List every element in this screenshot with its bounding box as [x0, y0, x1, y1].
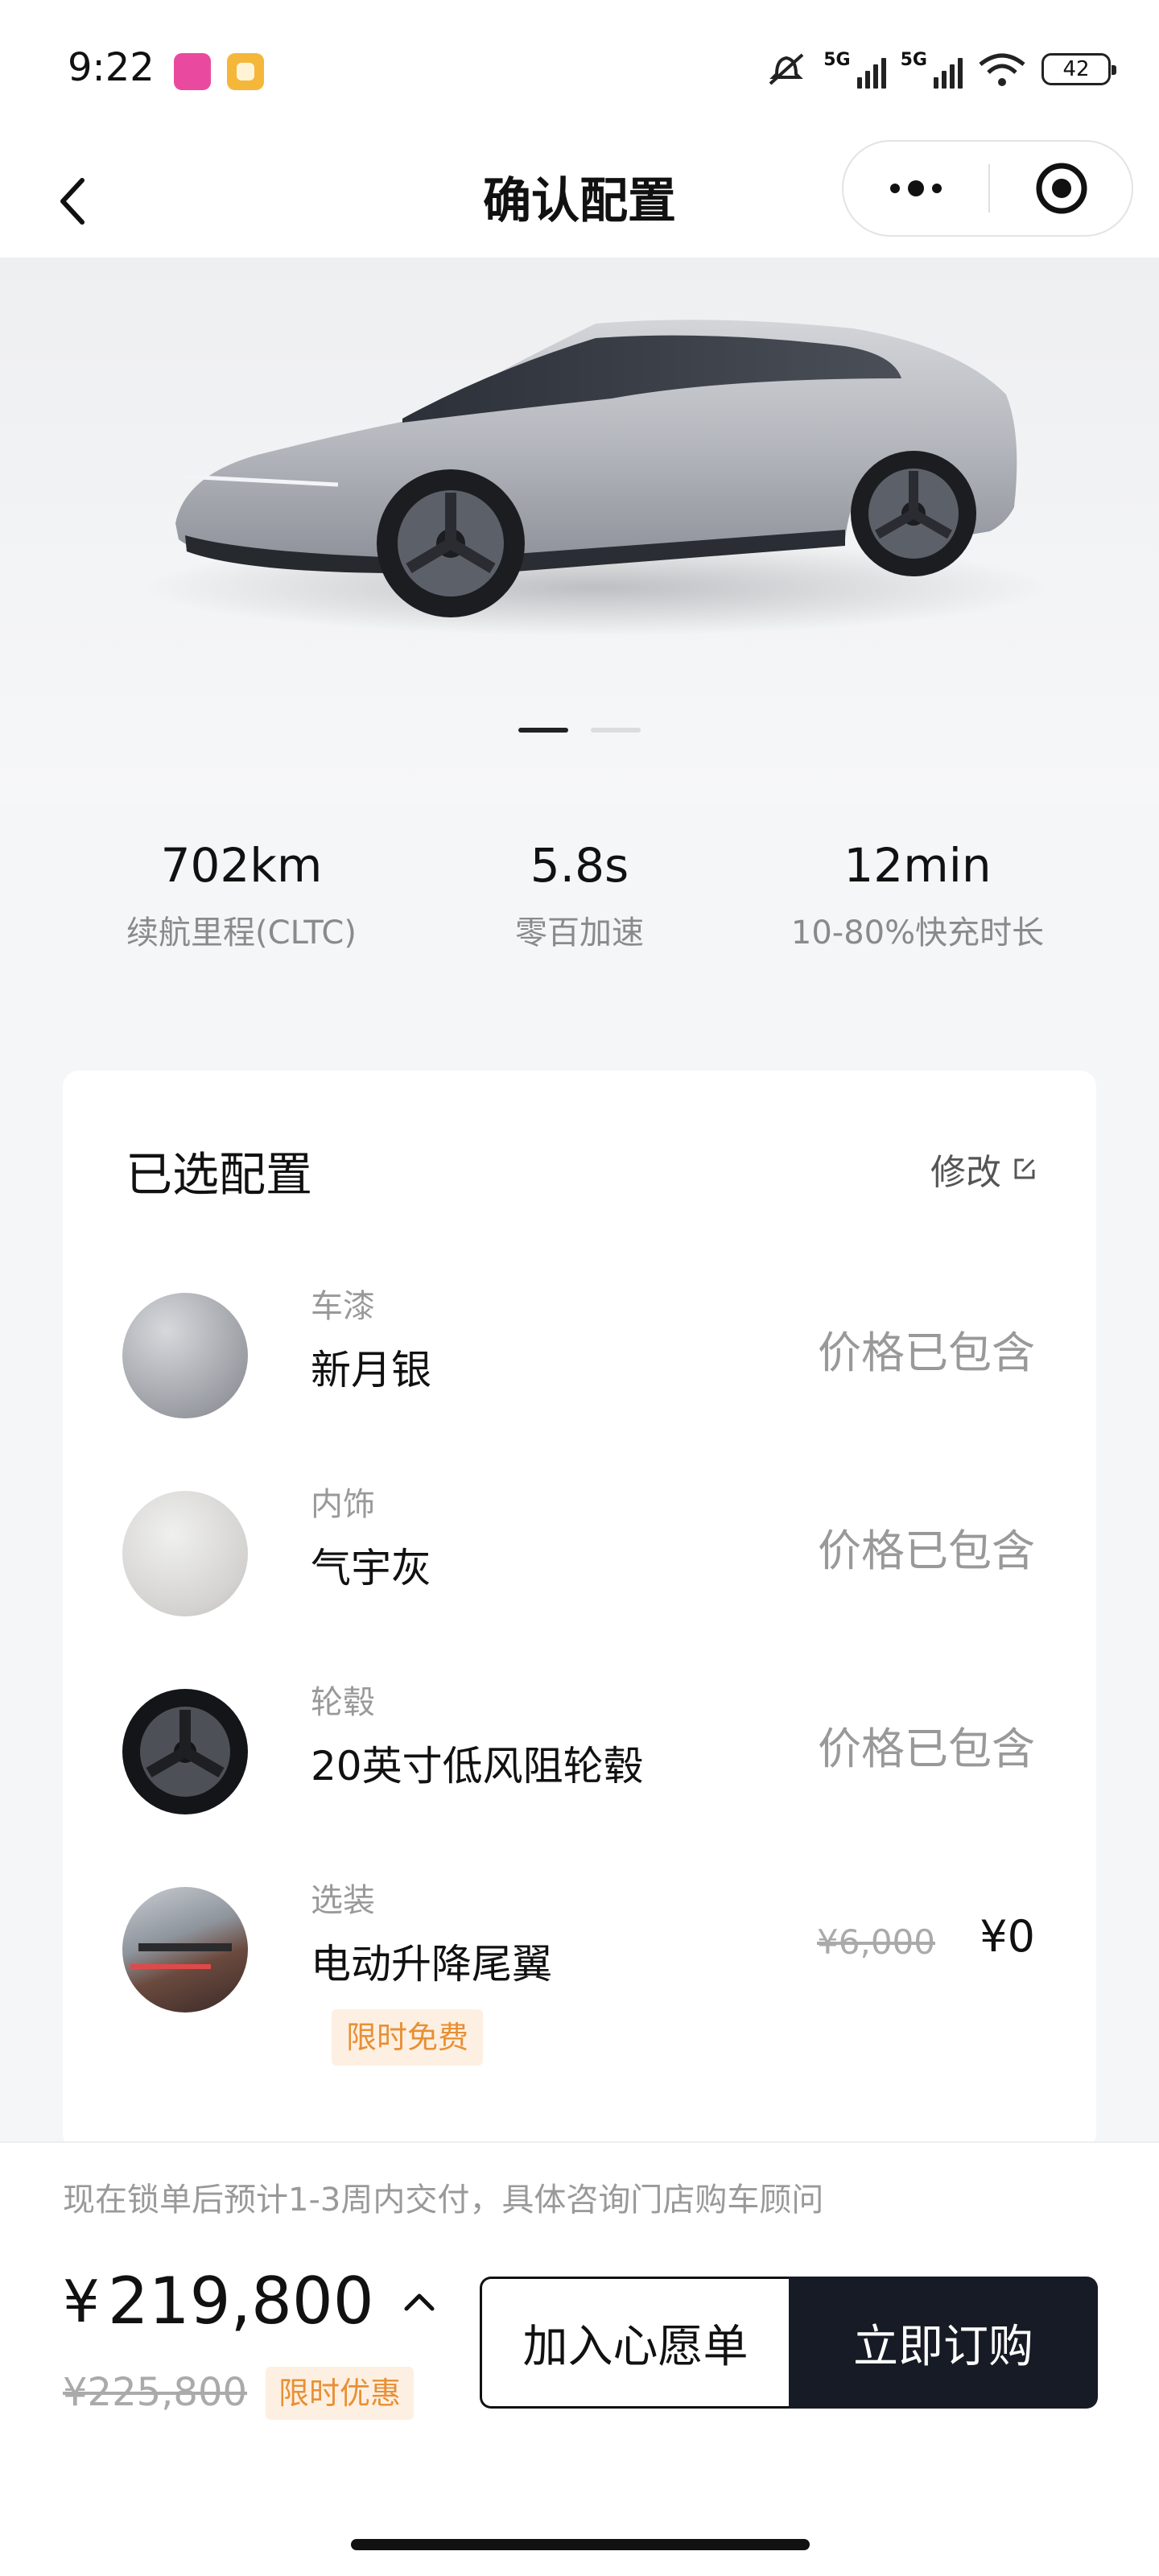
option-name: 新月银	[311, 1347, 431, 1393]
spec-value: 5.8s	[530, 838, 629, 893]
option-price: ¥0	[980, 1911, 1035, 1962]
selected-config-card: 已选配置 修改 车漆 新月银 价格已包含 内饰 气宇灰 价格已包含 轮毂 20英…	[63, 1071, 1096, 2149]
spec-summary: 702km 续航里程(CLTC) 5.8s 零百加速 12min 10-80%快…	[0, 829, 1159, 990]
target-close-icon	[1036, 163, 1087, 214]
spec-label: 续航里程(CLTC)	[126, 914, 357, 952]
spoiler-photo-icon	[122, 1887, 248, 2013]
signal-icon: 5G	[901, 50, 963, 89]
config-option-paint[interactable]: 车漆 新月银 价格已包含	[63, 1265, 1096, 1443]
wifi-icon	[979, 53, 1025, 86]
carousel-pager	[0, 728, 1159, 733]
add-to-wishlist-button[interactable]: 加入心愿单	[480, 2277, 789, 2409]
external-edit-icon	[1014, 1158, 1035, 1179]
config-option-wheels[interactable]: 轮毂 20英寸低风阻轮毂 价格已包含	[63, 1662, 1096, 1839]
checkout-bar: 现在锁单后预计1-3周内交付，具体咨询门店购车顾问 ¥ 219,800 ¥225…	[0, 2141, 1159, 2576]
status-icons: 5G 5G 42	[764, 45, 1116, 93]
delivery-notice: 现在锁单后预计1-3周内交付，具体咨询门店购车顾问	[63, 2182, 824, 2219]
option-name: 电动升降尾翼	[311, 1941, 552, 1988]
option-price: 价格已包含	[818, 1724, 1035, 1774]
option-price: 价格已包含	[818, 1327, 1035, 1378]
spec-value: 702km	[160, 838, 323, 893]
spec-value: 12min	[843, 838, 992, 893]
car-hero-carousel[interactable]	[0, 258, 1159, 805]
app-notification-icon	[227, 53, 264, 90]
interior-swatch-icon	[122, 1491, 248, 1616]
edit-label: 修改	[930, 1152, 1001, 1193]
wheel-icon	[122, 1689, 248, 1814]
car-image	[145, 320, 1046, 636]
chevron-left-icon	[60, 178, 85, 225]
edit-config-button[interactable]: 修改	[930, 1143, 1037, 1195]
option-name: 20英寸低风阻轮毂	[311, 1743, 644, 1790]
more-button[interactable]	[843, 142, 988, 235]
spec-range: 702km 续航里程(CLTC)	[64, 829, 419, 953]
original-price: ¥225,800	[63, 2370, 248, 2415]
app-notification-icon	[174, 53, 211, 90]
option-price: 价格已包含	[818, 1525, 1035, 1576]
total-price[interactable]: ¥ 219,800	[63, 2264, 435, 2339]
close-button[interactable]	[990, 142, 1133, 235]
option-category: 内饰	[311, 1486, 375, 1523]
option-original-price: ¥6,000	[817, 1922, 935, 1962]
pager-dot[interactable]	[591, 728, 641, 733]
option-category: 车漆	[311, 1288, 375, 1325]
spec-label: 10-80%快充时长	[790, 914, 1045, 952]
spec-acceleration: 5.8s 零百加速	[402, 829, 757, 953]
signal-icon: 5G	[823, 50, 886, 89]
order-now-button[interactable]: 立即订购	[789, 2277, 1098, 2409]
option-category: 轮毂	[311, 1684, 375, 1721]
back-button[interactable]	[32, 161, 113, 242]
promo-badge: 限时优惠	[266, 2367, 415, 2420]
mute-icon	[769, 53, 804, 85]
status-bar: 9:22 5G 5G 42	[0, 0, 1159, 145]
free-tag-badge: 限时免费	[332, 2009, 484, 2066]
status-time: 9:22	[68, 45, 155, 90]
battery-icon: 42	[1041, 53, 1116, 85]
currency-symbol: ¥	[63, 2267, 100, 2335]
home-indicator[interactable]	[351, 2539, 810, 2550]
config-option-interior[interactable]: 内饰 气宇灰 价格已包含	[63, 1463, 1096, 1641]
paint-swatch-icon	[122, 1293, 248, 1418]
option-category: 选装	[311, 1882, 375, 1919]
config-option-spoiler[interactable]: 选装 电动升降尾翼 ¥6,000 ¥0 限时免费	[63, 1860, 1096, 2066]
pager-dot-active[interactable]	[518, 728, 568, 733]
card-title: 已选配置	[126, 1147, 313, 1202]
chevron-up-icon[interactable]	[403, 2291, 435, 2312]
miniapp-capsule	[842, 140, 1133, 237]
spec-fast-charge: 12min 10-80%快充时长	[740, 829, 1095, 953]
option-name: 气宇灰	[311, 1545, 431, 1591]
price-value: 219,800	[107, 2264, 374, 2339]
spec-label: 零百加速	[515, 914, 644, 952]
